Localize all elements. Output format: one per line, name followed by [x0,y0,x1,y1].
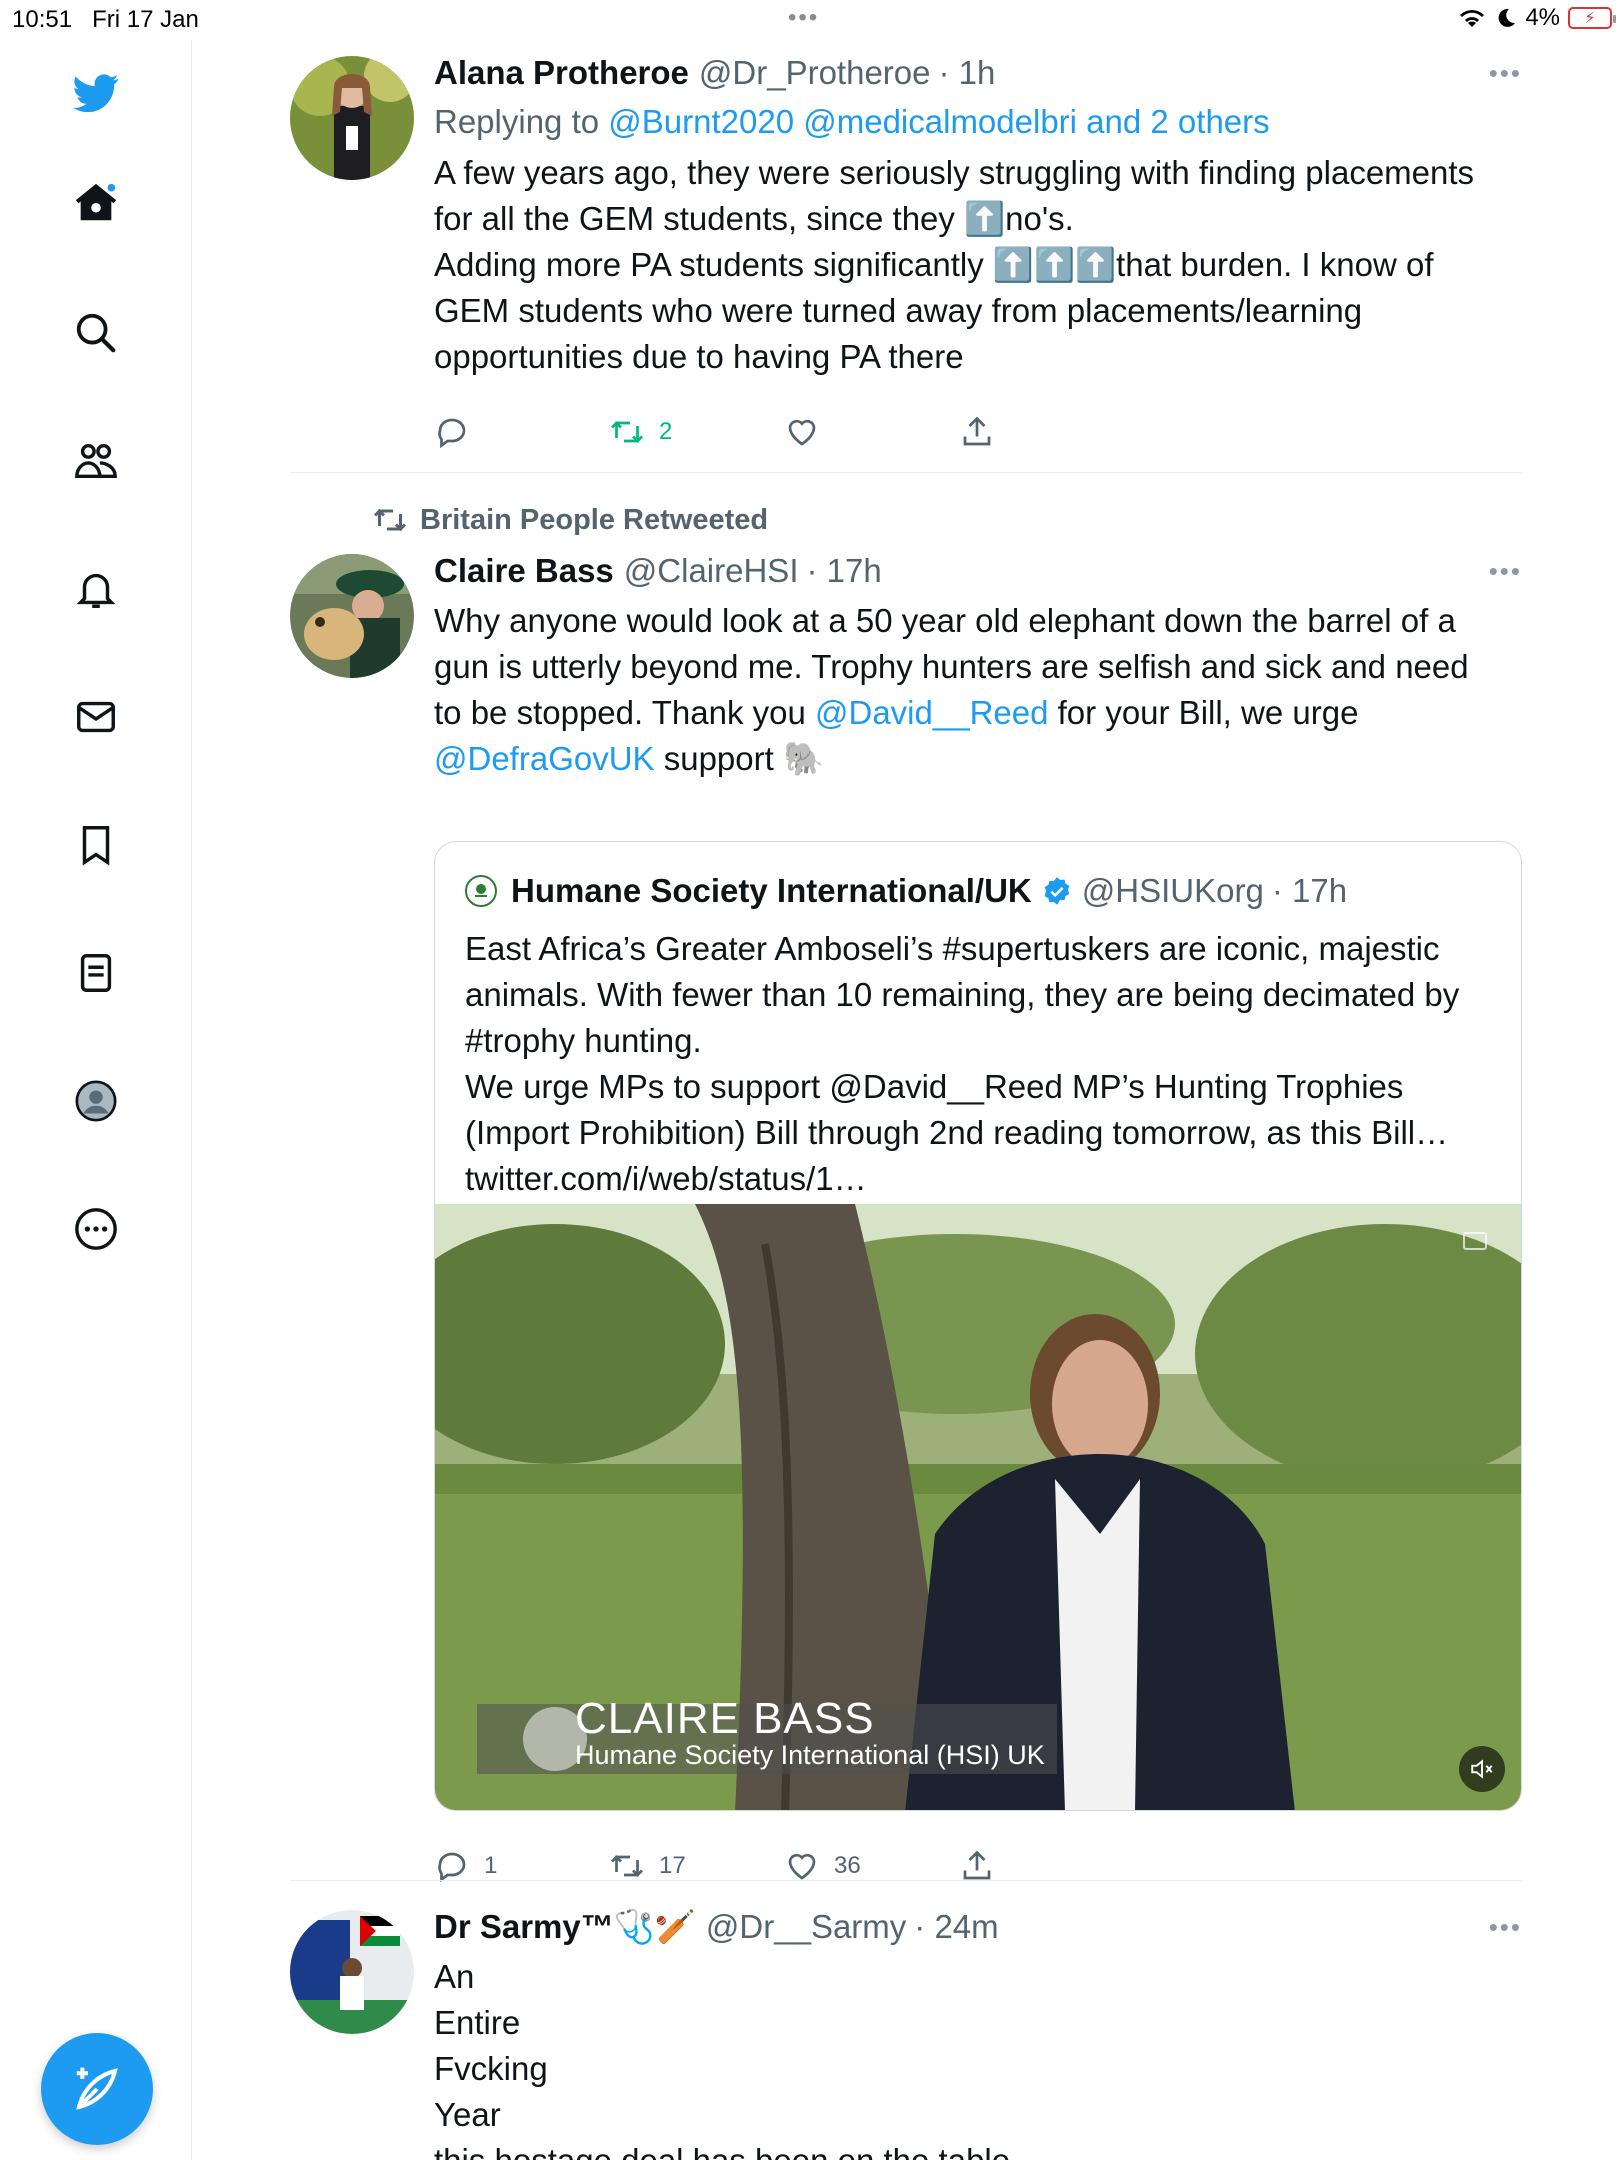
retweet-button[interactable]: 17 [609,1848,784,1884]
like-button[interactable] [784,414,959,450]
more-icon[interactable] [71,1204,121,1254]
quoted-author-name[interactable]: Humane Society International/UK [511,870,1032,912]
author-name[interactable]: Alana Protheroe [434,52,689,94]
tweet-text: An Entire Fvcking Year this hostage deal… [434,1958,1010,2160]
heart-icon [788,1853,816,1880]
tweet-text-segment: for your Bill, we urge [1057,694,1359,731]
battery-icon: ⚡ [1568,7,1616,29]
quoted-tweet-header: Humane Society International/UK @HSIUKor… [435,842,1521,912]
tweet-time[interactable]: · 24m [914,1906,998,1948]
communities-icon[interactable] [71,436,121,486]
quoted-tweet-time: · 17h [1271,872,1348,909]
avatar[interactable] [290,1910,414,2034]
multitasking-dots-icon[interactable]: ••• [788,4,819,32]
like-count: 36 [834,1852,861,1879]
tweet[interactable]: Claire Bass @ClaireHSI · 17h ••• Why any… [290,550,1522,1883]
heart-icon [788,419,816,446]
retweet-count: 17 [659,1852,686,1879]
reply-button[interactable] [434,414,609,450]
more-options-icon[interactable]: ••• [1489,58,1522,89]
share-icon [963,1850,991,1880]
quoted-tweet-text: East Africa’s Greater Amboseli’s #supert… [465,930,1460,1197]
like-button[interactable]: 36 [784,1848,959,1884]
tweet-header: Claire Bass @ClaireHSI · 17h [434,550,1522,592]
messages-icon[interactable] [71,692,121,742]
replying-to: Replying to @Burnt2020 @medicalmodelbri … [434,100,1522,144]
quoted-tweet[interactable]: Humane Society International/UK @HSIUKor… [434,841,1522,1811]
wifi-icon [1460,10,1485,28]
lists-icon[interactable] [71,948,121,998]
twitter-logo-icon[interactable] [71,68,121,118]
tweet-text: Why anyone would look at a 50 year old e… [434,598,1522,782]
more-options-icon[interactable]: ••• [1489,556,1522,587]
status-time: 10:51 Fri 17 Jan [12,6,199,33]
hsi-logo-icon[interactable] [465,875,497,907]
share-icon [963,416,991,446]
retweeted-label[interactable]: Britain People Retweeted [372,502,768,538]
status-indicators: 4% ⚡ [1457,4,1616,32]
verified-badge-icon [1044,877,1070,905]
bookmarks-icon[interactable] [71,820,121,870]
author-name[interactable]: Claire Bass [434,550,614,592]
reply-count: 1 [484,1852,498,1879]
tweet-header: Alana Protheroe @Dr_Protheroe · 1h [434,52,1522,94]
author-handle[interactable]: @ClaireHSI [624,550,799,592]
video-player[interactable]: CLAIRE BASS Humane Society International… [435,1204,1521,1810]
sidebar [0,40,192,2160]
more-options-icon[interactable]: ••• [1489,1912,1522,1943]
mention-link[interactable]: @DefraGovUK [434,740,655,777]
replying-to-links[interactable]: @Burnt2020 @medicalmodelbri and 2 others [608,103,1269,140]
retweet-icon [611,421,643,443]
tweet-divider [290,1880,1522,1881]
avatar[interactable] [290,56,414,180]
profile-icon[interactable] [71,1076,121,1126]
retweet-icon [373,508,407,532]
tweet-actions: 2 [434,414,1134,450]
search-icon[interactable] [71,308,121,358]
author-handle[interactable]: @Dr_Protheroe [699,52,931,94]
replying-prefix: Replying to [434,103,600,140]
share-button[interactable] [959,414,1134,450]
tweet-time[interactable]: · 1h [939,52,996,94]
tweet-divider [290,472,1522,473]
muted-speaker-icon [1471,1759,1493,1779]
author-handle[interactable]: @Dr__Sarmy [706,1906,906,1948]
retweet-button[interactable]: 2 [609,414,784,450]
compose-tweet-button[interactable] [41,2033,153,2145]
retweet-icon [611,1855,643,1877]
reply-icon [438,418,466,449]
tweet[interactable]: Dr Sarmy™🩺🏏 @Dr__Sarmy · 24m ••• An Enti… [290,1906,1522,2160]
closed-captions-icon[interactable] [1463,1232,1487,1250]
mention-link[interactable]: @David__Reed [815,694,1048,731]
home-icon[interactable] [71,178,121,228]
status-bar: 10:51 Fri 17 Jan ••• 4% ⚡ [0,0,1620,40]
avatar[interactable] [290,554,414,678]
video-caption-org: Humane Society International (HSI) UK [575,1740,1045,1770]
battery-percent: 4% [1525,4,1560,31]
notifications-icon[interactable] [71,564,121,614]
tweet-text-segment: support 🐘 [654,740,825,777]
quoted-author-handle[interactable]: @HSIUKorg [1082,870,1264,912]
mute-toggle-button[interactable] [1459,1746,1505,1792]
tweet-actions: 1 17 36 [434,1848,1134,1884]
retweet-count: 2 [659,418,673,445]
video-caption-name: CLAIRE BASS [575,1694,875,1743]
reply-button[interactable]: 1 [434,1848,609,1884]
tweet[interactable]: Alana Protheroe @Dr_Protheroe · 1h ••• R… [290,52,1522,472]
tweet-header: Dr Sarmy™🩺🏏 @Dr__Sarmy · 24m [434,1906,1522,1948]
video-caption: CLAIRE BASS Humane Society International… [575,1694,1045,1771]
tweet-time[interactable]: · 17h [806,550,881,592]
share-button[interactable] [959,1848,1134,1884]
moon-icon [1498,8,1516,27]
reply-icon [438,1852,466,1883]
author-name[interactable]: Dr Sarmy™🩺🏏 [434,1906,696,1948]
tweet-text: A few years ago, they were seriously str… [434,154,1475,375]
retweeted-by-text: Britain People Retweeted [420,503,769,536]
compose-tweet-icon [76,2067,118,2110]
